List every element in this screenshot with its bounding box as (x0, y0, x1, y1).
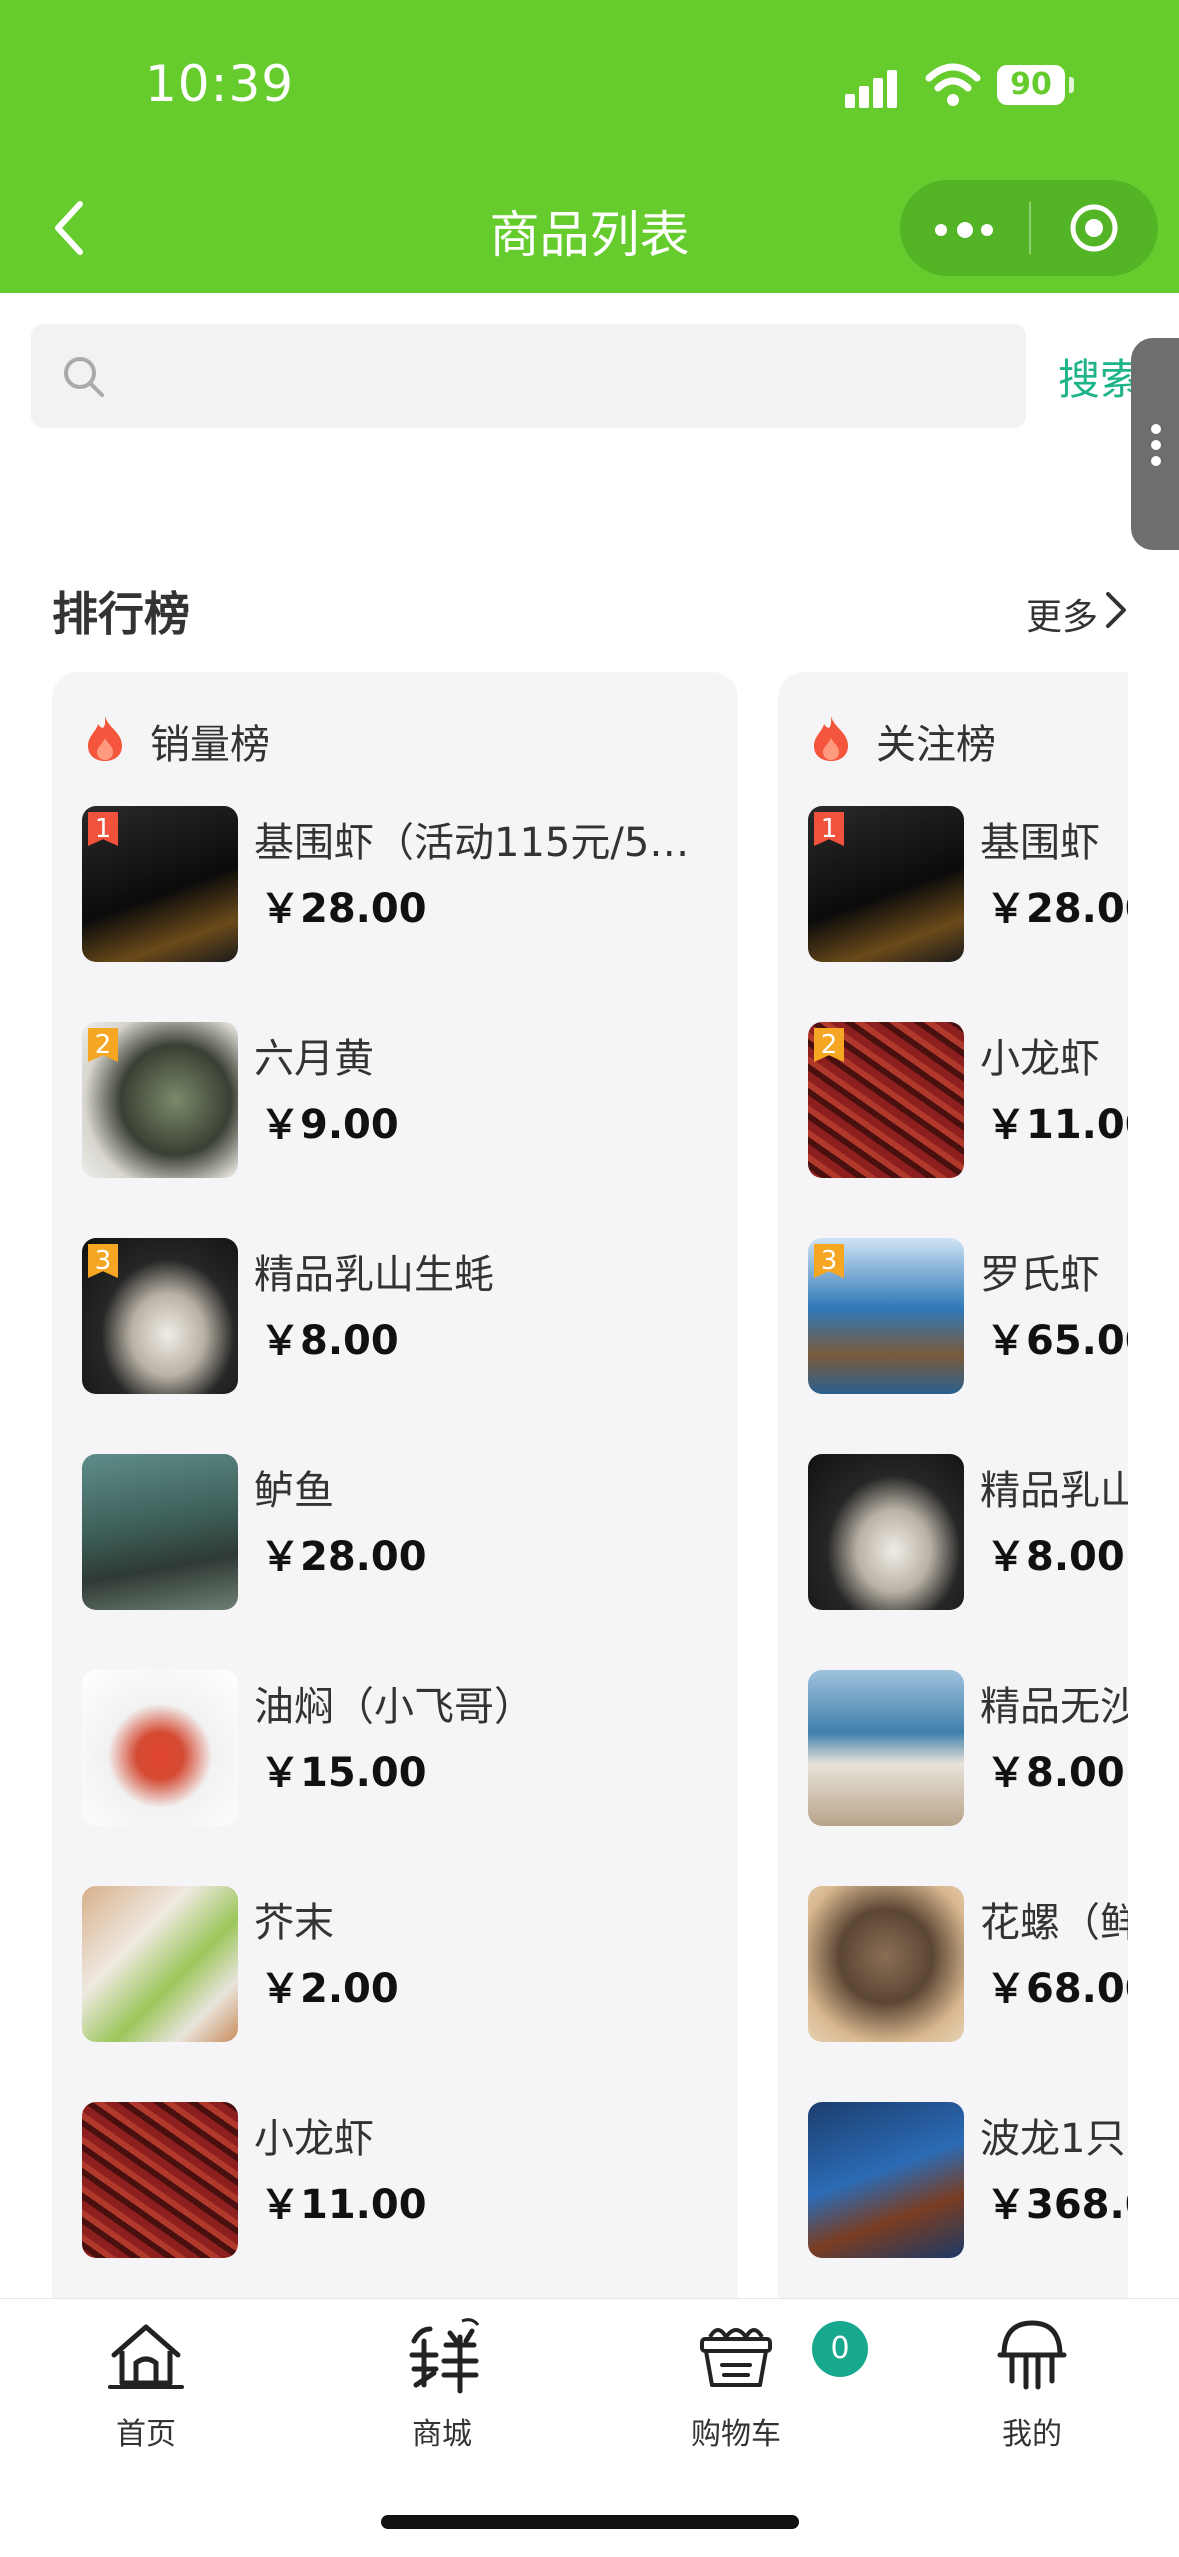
battery-indicator: 90 (997, 65, 1074, 105)
product-thumbnail: 2 (808, 1022, 964, 1178)
status-time: 10:39 (145, 55, 295, 113)
product-price: ￥8.00 (986, 1534, 1125, 1580)
product-thumbnail (808, 1670, 964, 1826)
search-button[interactable]: 搜索 (1058, 346, 1142, 407)
product-name: 波龙1只 (980, 2116, 1126, 2162)
product-thumbnail (808, 1886, 964, 2042)
rank-badge: 2 (814, 1028, 844, 1062)
product-name: 小龙虾 (254, 2116, 374, 2162)
search-input[interactable] (31, 324, 1026, 428)
list-item[interactable]: 芥末 ￥2.00 (82, 1886, 722, 2046)
tab-me[interactable]: 我的 (932, 2299, 1132, 2459)
cellular-signal-icon (845, 68, 905, 108)
capsule-divider (1029, 202, 1031, 254)
card-title: 销量榜 (150, 722, 270, 768)
list-item[interactable]: 波龙1只 ￥368.0 (808, 2102, 1128, 2262)
rank-badge: 3 (814, 1244, 844, 1278)
tab-label: 首页 (116, 2417, 176, 2452)
rank-badge: 1 (814, 812, 844, 846)
list-item[interactable]: 花螺（鲜 ￥68.00 (808, 1886, 1128, 2046)
tab-label: 购物车 (691, 2417, 781, 2452)
product-name: 小龙虾 (980, 1036, 1100, 1082)
close-miniprogram-icon[interactable] (1068, 202, 1120, 254)
product-thumbnail: 1 (808, 806, 964, 962)
flame-icon (88, 716, 122, 761)
more-menu-icon[interactable] (935, 202, 995, 254)
list-item[interactable]: 2 六月黄 ￥9.00 (82, 1022, 722, 1182)
rank-badge: 1 (88, 812, 118, 846)
rank-badge: 3 (88, 1244, 118, 1278)
product-thumbnail: 3 (82, 1238, 238, 1394)
product-price: ￥368.0 (986, 2182, 1128, 2228)
product-name: 精品无沙 (980, 1684, 1128, 1730)
sales-ranking-card: 销量榜 1 基围虾（活动115元/5… ￥28.00 2 六月黄 ￥9.00 3… (52, 672, 738, 2302)
flame-icon (814, 716, 848, 761)
product-price: ￥11.00 (260, 2182, 427, 2228)
list-item[interactable]: 1 基围虾 ￥28.00 (808, 806, 1128, 966)
product-price: ￥68.00 (986, 1966, 1128, 2012)
product-thumbnail (808, 2102, 964, 2258)
product-price: ￥28.00 (986, 886, 1128, 932)
card-title: 关注榜 (876, 722, 996, 768)
house-icon (108, 2324, 184, 2389)
product-thumbnail (82, 1670, 238, 1826)
tab-cart[interactable]: 购物车 (636, 2299, 836, 2459)
miniprogram-capsule (900, 180, 1158, 276)
follow-ranking-card: 关注榜 1 基围虾 ￥28.00 2 小龙虾 ￥11.00 3 罗氏虾 ￥65.… (778, 672, 1128, 2302)
rank-badge: 2 (88, 1028, 118, 1062)
tab-label: 商城 (412, 2417, 472, 2452)
list-item[interactable]: 鲈鱼 ￥28.00 (82, 1454, 722, 1614)
list-item[interactable]: 精品乳山 ￥8.00 (808, 1454, 1128, 1614)
wifi-icon (925, 63, 981, 106)
product-thumbnail (82, 2102, 238, 2258)
ranking-title: 排行榜 (52, 587, 190, 641)
product-thumbnail: 1 (82, 806, 238, 962)
product-price: ￥8.00 (986, 1750, 1125, 1796)
ranking-carousel[interactable]: 销量榜 1 基围虾（活动115元/5… ￥28.00 2 六月黄 ￥9.00 3… (0, 672, 1128, 2302)
basket-icon (700, 2328, 772, 2387)
product-name: 花螺（鲜 (980, 1900, 1128, 1946)
product-price: ￥9.00 (260, 1102, 399, 1148)
product-thumbnail (808, 1454, 964, 1610)
list-item[interactable]: 3 精品乳山生蚝 ￥8.00 (82, 1238, 722, 1398)
product-price: ￥11.00 (986, 1102, 1128, 1148)
search-icon (64, 357, 104, 397)
list-item[interactable]: 油焖（小飞哥） ￥15.00 (82, 1670, 722, 1830)
home-indicator[interactable] (381, 2515, 799, 2529)
octopus-icon (997, 2320, 1067, 2390)
product-price: ￥2.00 (260, 1966, 399, 2012)
list-item[interactable]: 3 罗氏虾 ￥65.00 (808, 1238, 1128, 1398)
chevron-right-icon[interactable] (1102, 590, 1130, 630)
tab-home[interactable]: 首页 (46, 2299, 246, 2459)
cart-count-badge: 0 (812, 2321, 868, 2377)
product-name: 罗氏虾 (980, 1252, 1100, 1298)
product-name: 基围虾 (980, 820, 1100, 866)
product-thumbnail: 2 (82, 1022, 238, 1178)
floating-side-tab[interactable] (1131, 338, 1179, 550)
product-name: 芥末 (254, 1900, 334, 1946)
product-price: ￥28.00 (260, 1534, 427, 1580)
product-price: ￥65.00 (986, 1318, 1128, 1364)
product-price: ￥8.00 (260, 1318, 399, 1364)
product-name: 六月黄 (254, 1036, 374, 1082)
top-bar: 10:39 90 商品列表 (0, 0, 1179, 293)
product-name: 精品乳山生蚝 (254, 1252, 494, 1298)
tab-label: 我的 (1002, 2417, 1062, 2452)
product-name: 鲈鱼 (254, 1468, 334, 1514)
product-name: 基围虾（活动115元/5… (254, 820, 690, 866)
product-thumbnail (82, 1886, 238, 2042)
tab-mall[interactable]: 商城 (342, 2299, 542, 2459)
product-name: 精品乳山 (980, 1468, 1128, 1514)
list-item[interactable]: 小龙虾 ￥11.00 (82, 2102, 722, 2262)
product-name: 油焖（小飞哥） (254, 1684, 534, 1730)
product-price: ￥15.00 (260, 1750, 427, 1796)
list-item[interactable]: 1 基围虾（活动115元/5… ￥28.00 (82, 806, 722, 966)
list-item[interactable]: 精品无沙 ￥8.00 (808, 1670, 1128, 1830)
more-link[interactable]: 更多 (1026, 588, 1098, 640)
list-item[interactable]: 2 小龙虾 ￥11.00 (808, 1022, 1128, 1182)
fresh-logo-icon (409, 2318, 480, 2394)
product-thumbnail (82, 1454, 238, 1610)
product-price: ￥28.00 (260, 886, 427, 932)
product-thumbnail: 3 (808, 1238, 964, 1394)
